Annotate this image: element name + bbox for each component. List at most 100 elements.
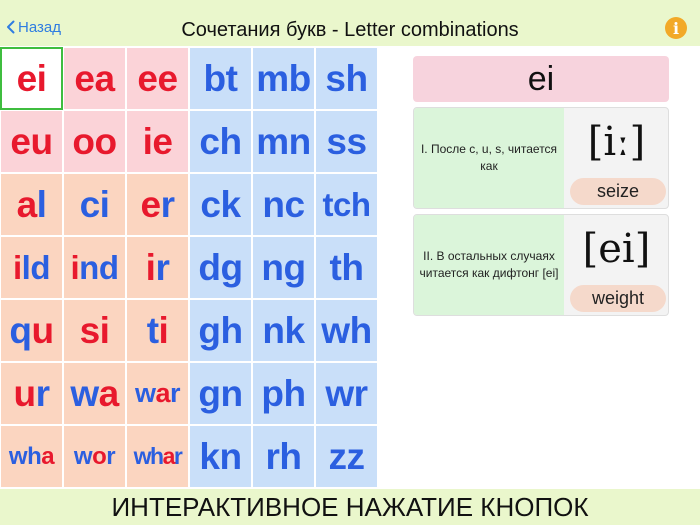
combination-letters: gn <box>198 372 243 414</box>
combination-letters: w <box>134 378 156 408</box>
combination-button-wha[interactable]: wh a <box>0 425 63 488</box>
combination-letters: i <box>158 309 169 351</box>
combination-letters: r <box>35 372 50 414</box>
combination-button-gn[interactable]: gn <box>189 362 252 425</box>
combination-letters: ck <box>200 183 241 225</box>
combination-button-kn[interactable]: kn <box>189 425 252 488</box>
example-word-button[interactable]: seize <box>570 178 666 205</box>
combination-button-tch[interactable]: tch <box>315 173 378 236</box>
combination-letters: a <box>16 183 38 225</box>
combination-letters: wh <box>8 442 42 470</box>
combination-button-ch[interactable]: ch <box>189 110 252 173</box>
combination-button-war[interactable]: war <box>126 362 189 425</box>
combination-button-ir[interactable]: ir <box>126 236 189 299</box>
top-bar: Назад Сочетания букв - Letter combinatio… <box>0 0 700 46</box>
combination-letters: ch <box>199 120 242 162</box>
combination-letters: u <box>13 372 36 414</box>
combination-letters: tch <box>322 185 372 223</box>
rule-text: II. В остальных случаях читается как диф… <box>414 215 564 315</box>
combination-letters: ee <box>137 57 178 99</box>
combination-letters: r <box>173 443 183 469</box>
combination-button-ci[interactable]: ci <box>63 173 126 236</box>
combination-letters: ng <box>261 246 306 288</box>
combination-button-wh[interactable]: wh <box>315 299 378 362</box>
combination-button-ss[interactable]: ss <box>315 110 378 173</box>
combination-letters: w <box>70 372 99 414</box>
combination-letters: e <box>140 183 162 225</box>
combination-button-dg[interactable]: dg <box>189 236 252 299</box>
combination-letters: i <box>145 246 156 288</box>
combination-button-sh[interactable]: sh <box>315 47 378 110</box>
combination-button-gh[interactable]: gh <box>189 299 252 362</box>
combination-letters: th <box>329 246 364 288</box>
combination-button-rh[interactable]: rh <box>252 425 315 488</box>
combination-letters: nk <box>262 309 305 351</box>
combination-letters: ph <box>261 372 306 414</box>
combination-letters: mb <box>256 57 311 99</box>
combination-button-ng[interactable]: ng <box>252 236 315 299</box>
combination-button-ck[interactable]: ck <box>189 173 252 236</box>
selected-combination-display: ei <box>413 56 669 102</box>
combination-button-ind[interactable]: i nd <box>63 236 126 299</box>
rule-card-1: I. После c, u, s, читается как [iː] seiz… <box>413 107 669 209</box>
combination-letters: ea <box>74 57 115 99</box>
combination-button-al[interactable]: al <box>0 173 63 236</box>
combination-button-ti[interactable]: ti <box>126 299 189 362</box>
combination-button-nk[interactable]: nk <box>252 299 315 362</box>
combination-button-zz[interactable]: zz <box>315 425 378 488</box>
combination-button-eu[interactable]: eu <box>0 110 63 173</box>
combination-letters: nd <box>79 248 119 286</box>
example-word-button[interactable]: weight <box>570 285 666 312</box>
combination-letters: nc <box>262 183 305 225</box>
combination-button-wor[interactable]: wor <box>63 425 126 488</box>
combination-letters: eu <box>10 120 53 162</box>
page-title: Сочетания букв - Letter combinations <box>181 19 519 41</box>
combination-letters: r <box>155 246 170 288</box>
combination-letters: ie <box>142 120 173 162</box>
combination-button-ild[interactable]: i ld <box>0 236 63 299</box>
combination-letters: si <box>79 309 110 351</box>
combination-letters: u <box>31 309 55 351</box>
combination-letters: wh <box>321 309 372 351</box>
combination-letters: zz <box>328 435 366 477</box>
combination-button-oo[interactable]: oo <box>63 110 126 173</box>
combination-letters: wr <box>325 372 368 414</box>
combination-letters: ld <box>21 248 51 286</box>
combination-button-ei[interactable]: ei <box>0 47 63 110</box>
combination-letters: gh <box>198 309 243 351</box>
combination-letters: q <box>9 309 32 351</box>
combination-button-ie[interactable]: ie <box>126 110 189 173</box>
rule-card-2: II. В остальных случаях читается как диф… <box>413 214 669 316</box>
combination-letters: o <box>92 442 107 470</box>
ipa-transcription: [iː] <box>587 119 646 165</box>
footer-banner: ИНТЕРАКТИВНОЕ НАЖАТИЕ КНОПОК <box>0 489 700 525</box>
combination-button-si[interactable]: si <box>63 299 126 362</box>
combination-letters: ei <box>16 57 47 99</box>
combination-button-wa[interactable]: wa <box>63 362 126 425</box>
combination-letters: w <box>73 442 93 470</box>
combination-letters: bt <box>203 57 238 99</box>
combination-button-ur[interactable]: ur <box>0 362 63 425</box>
combination-button-ea[interactable]: ea <box>63 47 126 110</box>
combination-button-qu[interactable]: qu <box>0 299 63 362</box>
combination-button-er[interactable]: er <box>126 173 189 236</box>
combination-button-th[interactable]: th <box>315 236 378 299</box>
rule-text: I. После c, u, s, читается как <box>414 108 564 208</box>
combination-letters: kn <box>199 435 242 477</box>
combination-letters: a <box>162 443 176 469</box>
combination-button-whar[interactable]: wh a r <box>126 425 189 488</box>
combination-letters: l <box>36 183 47 225</box>
combination-button-mn[interactable]: mn <box>252 110 315 173</box>
combination-button-mb[interactable]: mb <box>252 47 315 110</box>
combination-letters: r <box>160 183 175 225</box>
ipa-transcription: [ei] <box>582 226 651 272</box>
letter-combinations-grid: ei ea ee bt mb sh eu oo ie ch mn ss a l ci e r ck nc tch i ld… <box>0 47 378 489</box>
combination-button-ph[interactable]: ph <box>252 362 315 425</box>
combination-letters: a <box>155 378 171 408</box>
combination-button-ee[interactable]: ee <box>126 47 189 110</box>
combination-letters: t <box>146 309 159 351</box>
combination-button-wr[interactable]: wr <box>315 362 378 425</box>
combination-button-nc[interactable]: nc <box>252 173 315 236</box>
info-icon[interactable]: i <box>665 17 687 39</box>
combination-button-bt[interactable]: bt <box>189 47 252 110</box>
